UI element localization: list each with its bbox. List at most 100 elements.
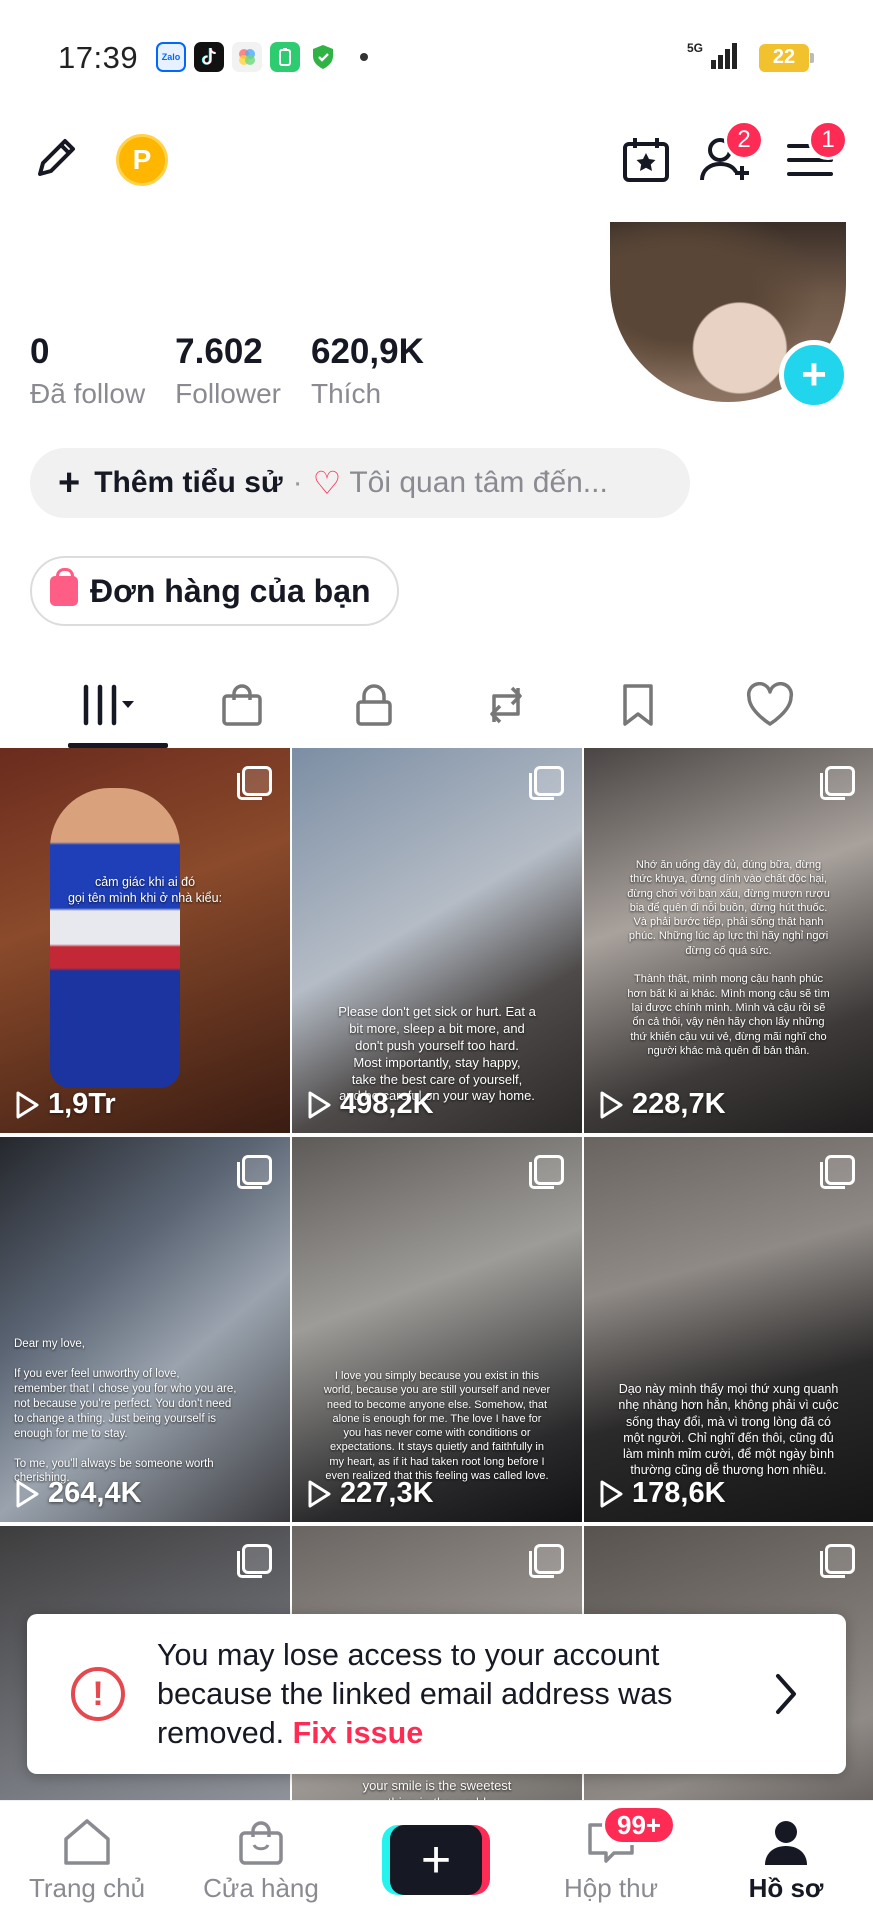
multi-photo-icon <box>529 766 564 800</box>
warning-icon: ! <box>71 1667 125 1721</box>
video-caption: Nhớ ăn uống đầy đủ, đúng bữa, đừng thức … <box>627 859 830 1057</box>
edit-pencil-icon[interactable] <box>32 132 82 187</box>
orders-button[interactable]: Đơn hàng của bạn <box>30 556 399 626</box>
following-stat[interactable]: 0 Đã follow <box>30 332 145 410</box>
system-indicators: 5G 22 <box>687 40 814 75</box>
multi-photo-icon <box>237 1544 272 1578</box>
play-icon <box>600 1480 623 1507</box>
view-count: 1,9Tr <box>14 1088 116 1121</box>
nav-home[interactable]: Trang chủ <box>12 1817 162 1904</box>
nav-shop-label: Cửa hàng <box>203 1873 319 1903</box>
nav-profile[interactable]: Hồ sơ <box>711 1817 861 1904</box>
inbox-badge: 99+ <box>602 1805 677 1845</box>
video-tile[interactable]: cảm giác khi ai đó gọi tên mình khi ở nh… <box>0 748 290 1133</box>
notification-icons: Zalo <box>156 42 368 72</box>
play-icon <box>308 1091 331 1118</box>
tab-videos[interactable] <box>44 662 176 748</box>
tab-shop[interactable] <box>176 662 308 748</box>
following-count: 0 <box>30 332 50 371</box>
view-count-label: 1,9Tr <box>48 1088 116 1120</box>
plus-icon: + <box>58 461 81 504</box>
nav-inbox-label: Hộp thư <box>563 1873 658 1903</box>
followers-stat[interactable]: 7.602 Follower <box>175 332 281 410</box>
repost-icon <box>490 686 522 724</box>
svg-text:5G: 5G <box>687 41 703 55</box>
video-tile[interactable]: Nhớ ăn uống đầy đủ, đúng bữa, đừng thức … <box>584 748 873 1133</box>
tab-reposts[interactable] <box>440 662 572 748</box>
multi-photo-icon <box>529 1544 564 1578</box>
grid-columns-icon <box>83 684 134 726</box>
video-tile[interactable]: Dạo này mình thấy mọi thứ xung quanh nhẹ… <box>584 1137 873 1522</box>
nav-home-label: Trang chủ <box>28 1873 146 1903</box>
play-icon <box>600 1091 623 1118</box>
fix-issue-link[interactable]: Fix issue <box>293 1716 424 1750</box>
zalo-icon: Zalo <box>156 42 186 72</box>
view-count: 264,4K <box>14 1477 142 1510</box>
status-bar: 17:39 Zalo 5G 22 <box>0 0 873 110</box>
friends-badge: 2 <box>724 120 764 160</box>
add-story-plus-icon[interactable]: + <box>779 340 849 410</box>
create-button[interactable]: + <box>382 1825 490 1895</box>
multi-photo-icon <box>820 1544 855 1578</box>
view-count: 498,2K <box>306 1088 434 1121</box>
likes-count: 620,9K <box>310 332 424 371</box>
view-count-label: 264,4K <box>48 1477 142 1509</box>
tab-saved[interactable] <box>572 662 704 748</box>
menu-button[interactable]: 1 <box>780 120 848 190</box>
followers-count: 7.602 <box>175 332 263 371</box>
video-tile[interactable]: Dear my love, If you ever feel unworthy … <box>0 1137 290 1522</box>
bio-pill[interactable]: + Thêm tiểu sử · ♡ Tôi quan tâm đến... <box>30 448 690 518</box>
tiktok-icon <box>194 42 224 72</box>
multi-photo-icon <box>529 1155 564 1189</box>
view-count: 227,3K <box>306 1477 434 1510</box>
view-count: 228,7K <box>598 1088 726 1121</box>
bio-separator: · <box>292 466 303 499</box>
shop-bag-icon <box>239 1821 283 1865</box>
video-tile[interactable]: Please don't get sick or hurt. Eat a bit… <box>292 748 582 1133</box>
signal-icon: 5G <box>687 40 745 75</box>
video-caption: Dear my love, If you ever feel unworthy … <box>14 1338 237 1485</box>
orders-label: Đơn hàng của bạn <box>90 572 371 609</box>
lock-icon <box>356 684 392 726</box>
add-friends-button[interactable]: 2 <box>696 120 764 190</box>
warning-text: You may lose access to your account beca… <box>157 1636 737 1753</box>
view-count: 178,6K <box>598 1477 726 1510</box>
video-caption: I love you simply because you exist in t… <box>323 1370 551 1483</box>
bookmark-icon <box>623 684 653 726</box>
tab-liked[interactable] <box>704 662 836 748</box>
shield-icon <box>308 42 338 72</box>
account-warning-banner[interactable]: ! You may lose access to your account be… <box>27 1614 846 1774</box>
profile-person-icon <box>765 1821 807 1865</box>
multi-photo-icon <box>237 766 272 800</box>
coin-icon[interactable]: P <box>116 134 168 186</box>
video-caption: Dạo này mình thấy mọi thứ xung quanh nhẹ… <box>618 1382 839 1478</box>
shopping-bag-icon <box>50 568 78 606</box>
home-icon <box>64 1819 110 1865</box>
calendar-star-button[interactable] <box>616 130 676 190</box>
bottom-navigation: Trang chủ Cửa hàng + Hộp thư 99+ Hồ sơ <box>0 1800 873 1920</box>
play-icon <box>308 1480 331 1507</box>
heart-outline-icon: ♡ <box>312 465 342 501</box>
profile-stats: 0 Đã follow 7.602 Follower 620,9K Thích <box>30 332 424 410</box>
following-label: Đã follow <box>30 378 146 409</box>
view-count-label: 228,7K <box>632 1088 726 1120</box>
multi-photo-icon <box>820 1155 855 1189</box>
menu-badge: 1 <box>808 120 848 160</box>
battery-app-icon <box>270 42 300 72</box>
calendar-star-icon <box>623 138 669 182</box>
clock: 17:39 <box>58 40 139 75</box>
play-icon <box>16 1091 39 1118</box>
view-count-label: 227,3K <box>340 1477 434 1509</box>
video-tile[interactable]: I love you simply because you exist in t… <box>292 1137 582 1522</box>
shopping-bag-outline-icon <box>222 684 262 726</box>
nav-shop[interactable]: Cửa hàng <box>186 1817 336 1904</box>
likes-stat[interactable]: 620,9K Thích <box>311 332 424 410</box>
followers-label: Follower <box>175 378 281 409</box>
nav-profile-label: Hồ sơ <box>748 1873 824 1903</box>
interests-label: Tôi quan tâm đến... <box>349 466 608 499</box>
tab-private[interactable] <box>308 662 440 748</box>
multi-photo-icon <box>237 1155 272 1189</box>
add-bio-label: Thêm tiểu sử <box>94 466 283 499</box>
chevron-right-icon[interactable] <box>772 1672 800 1721</box>
video-thumbnail-subject <box>50 788 180 1088</box>
